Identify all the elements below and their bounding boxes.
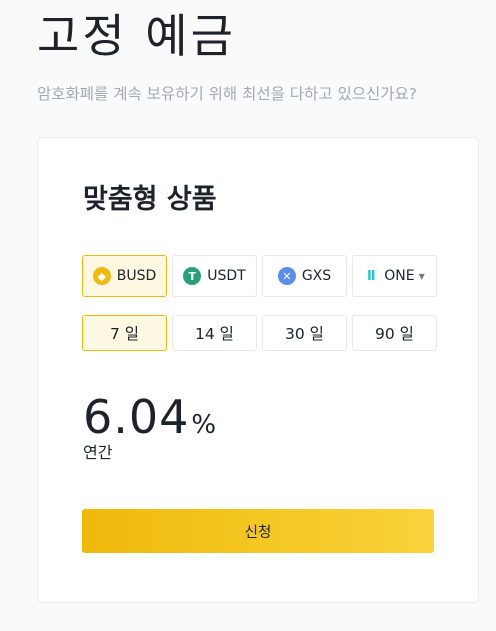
asset-option-gxs[interactable]: ✕ GXS — [262, 255, 347, 297]
busd-coin-icon: ◆ — [92, 267, 111, 285]
asset-option-busd[interactable]: ◆ BUSD — [82, 255, 167, 297]
card-title: 맞춤형 상품 — [83, 184, 217, 215]
duration-option-7[interactable]: 7 일 — [82, 315, 167, 351]
duration-selector: 7 일 14 일 30 일 90 일 — [82, 315, 437, 351]
asset-label: USDT — [207, 268, 246, 284]
asset-label: GXS — [301, 268, 332, 284]
caret-down-icon: ▼ — [418, 271, 425, 281]
asset-option-one-dropdown[interactable]: Ⅱ ONE ▼ — [352, 255, 437, 297]
apply-button[interactable]: 신청 — [82, 509, 434, 553]
asset-option-usdt[interactable]: T USDT — [172, 255, 257, 297]
usdt-coin-icon: T — [183, 267, 202, 285]
gxs-coin-icon: ✕ — [277, 267, 296, 285]
duration-option-90[interactable]: 90 일 — [352, 315, 437, 351]
page-subtitle: 암호화폐를 계속 보유하기 위해 최선을 다하고 있으신가요? — [37, 85, 418, 103]
duration-option-14[interactable]: 14 일 — [172, 315, 257, 351]
product-card: 맞춤형 상품 ◆ BUSD T USDT ✕ GXS Ⅱ ONE ▼ 7 일 1… — [37, 137, 479, 603]
rate-unit: % — [191, 410, 217, 440]
asset-label: BUSD — [116, 268, 157, 284]
page-title: 고정 예금 — [37, 9, 236, 63]
duration-option-30[interactable]: 30 일 — [262, 315, 347, 351]
harmony-one-coin-icon: Ⅱ — [366, 268, 376, 284]
page: 고정 예금 암호화폐를 계속 보유하기 위해 최선을 다하고 있으신가요? 맞춤… — [0, 0, 496, 631]
asset-label: ONE — [384, 268, 415, 284]
rate-value: 6.04 — [83, 390, 190, 444]
asset-selector: ◆ BUSD T USDT ✕ GXS Ⅱ ONE ▼ — [82, 255, 437, 297]
rate-label: 연간 — [83, 443, 113, 462]
